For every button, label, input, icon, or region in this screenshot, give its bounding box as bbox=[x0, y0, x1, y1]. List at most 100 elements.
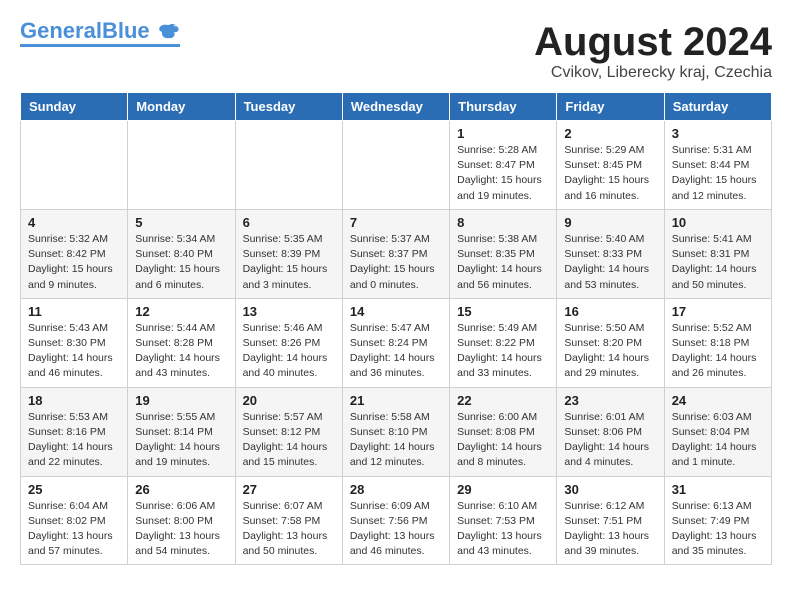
day-number: 20 bbox=[243, 393, 335, 408]
calendar-cell: 19Sunrise: 5:55 AM Sunset: 8:14 PM Dayli… bbox=[128, 387, 235, 476]
day-number: 9 bbox=[564, 215, 656, 230]
calendar-header: SundayMondayTuesdayWednesdayThursdayFrid… bbox=[21, 93, 772, 121]
day-number: 24 bbox=[672, 393, 764, 408]
week-row-1: 1 Sunrise: 5:28 AM Sunset: 8:47 PM Daylig… bbox=[21, 121, 772, 210]
day-number: 29 bbox=[457, 482, 549, 497]
calendar-cell: 14 Sunrise: 5:47 AM Sunset: 8:24 PM Dayli… bbox=[342, 298, 449, 387]
calendar-cell: 16Sunrise: 5:50 AM Sunset: 8:20 PM Dayli… bbox=[557, 298, 664, 387]
calendar-cell: 24 Sunrise: 6:03 AM Sunset: 8:04 PM Dayli… bbox=[664, 387, 771, 476]
calendar-cell: 8 Sunrise: 5:38 AM Sunset: 8:35 PM Daylig… bbox=[450, 209, 557, 298]
day-number: 8 bbox=[457, 215, 549, 230]
day-number: 5 bbox=[135, 215, 227, 230]
calendar-cell: 26 Sunrise: 6:06 AM Sunset: 8:00 PM Dayli… bbox=[128, 476, 235, 565]
calendar-cell: 20Sunrise: 5:57 AM Sunset: 8:12 PM Dayli… bbox=[235, 387, 342, 476]
location: Cvikov, Liberecky kraj, Czechia bbox=[534, 64, 772, 82]
calendar-cell: 29Sunrise: 6:10 AM Sunset: 7:53 PM Dayli… bbox=[450, 476, 557, 565]
calendar-cell: 9 Sunrise: 5:40 AM Sunset: 8:33 PM Daylig… bbox=[557, 209, 664, 298]
day-number: 28 bbox=[350, 482, 442, 497]
day-info: Sunrise: 5:53 AM Sunset: 8:16 PM Dayligh… bbox=[28, 410, 120, 471]
day-number: 4 bbox=[28, 215, 120, 230]
logo-general: General bbox=[20, 18, 102, 43]
day-info: Sunrise: 6:12 AM Sunset: 7:51 PM Dayligh… bbox=[564, 499, 656, 560]
day-info: Sunrise: 5:40 AM Sunset: 8:33 PM Dayligh… bbox=[564, 232, 656, 293]
header-row: SundayMondayTuesdayWednesdayThursdayFrid… bbox=[21, 93, 772, 121]
day-info: Sunrise: 5:37 AM Sunset: 8:37 PM Dayligh… bbox=[350, 232, 442, 293]
day-number: 7 bbox=[350, 215, 442, 230]
calendar-cell: 5Sunrise: 5:34 AM Sunset: 8:40 PM Daylig… bbox=[128, 209, 235, 298]
day-info: Sunrise: 5:47 AM Sunset: 8:24 PM Dayligh… bbox=[350, 321, 442, 382]
day-number: 12 bbox=[135, 304, 227, 319]
day-number: 17 bbox=[672, 304, 764, 319]
calendar-cell: 23Sunrise: 6:01 AM Sunset: 8:06 PM Dayli… bbox=[557, 387, 664, 476]
week-row-3: 11 Sunrise: 5:43 AM Sunset: 8:30 PM Dayli… bbox=[21, 298, 772, 387]
day-info: Sunrise: 5:58 AM Sunset: 8:10 PM Dayligh… bbox=[350, 410, 442, 471]
day-number: 30 bbox=[564, 482, 656, 497]
calendar-cell: 18 Sunrise: 5:53 AM Sunset: 8:16 PM Dayli… bbox=[21, 387, 128, 476]
calendar-cell bbox=[21, 121, 128, 210]
day-number: 23 bbox=[564, 393, 656, 408]
day-number: 15 bbox=[457, 304, 549, 319]
day-info: Sunrise: 6:09 AM Sunset: 7:56 PM Dayligh… bbox=[350, 499, 442, 560]
calendar-cell: 12 Sunrise: 5:44 AM Sunset: 8:28 PM Dayli… bbox=[128, 298, 235, 387]
calendar-cell: 31 Sunrise: 6:13 AM Sunset: 7:49 PM Dayli… bbox=[664, 476, 771, 565]
logo: GeneralBlue bbox=[20, 20, 180, 47]
month-title: August 2024 bbox=[534, 20, 772, 64]
day-header-sunday: Sunday bbox=[21, 93, 128, 121]
week-row-4: 18 Sunrise: 5:53 AM Sunset: 8:16 PM Dayli… bbox=[21, 387, 772, 476]
calendar-cell: 10Sunrise: 5:41 AM Sunset: 8:31 PM Dayli… bbox=[664, 209, 771, 298]
day-header-wednesday: Wednesday bbox=[342, 93, 449, 121]
calendar-cell: 28 Sunrise: 6:09 AM Sunset: 7:56 PM Dayli… bbox=[342, 476, 449, 565]
day-number: 18 bbox=[28, 393, 120, 408]
calendar-cell: 21Sunrise: 5:58 AM Sunset: 8:10 PM Dayli… bbox=[342, 387, 449, 476]
day-number: 14 bbox=[350, 304, 442, 319]
day-number: 26 bbox=[135, 482, 227, 497]
day-header-thursday: Thursday bbox=[450, 93, 557, 121]
day-info: Sunrise: 5:35 AM Sunset: 8:39 PM Dayligh… bbox=[243, 232, 335, 293]
day-info: Sunrise: 5:46 AM Sunset: 8:26 PM Dayligh… bbox=[243, 321, 335, 382]
logo-blue: Blue bbox=[102, 18, 150, 43]
day-info: Sunrise: 6:04 AM Sunset: 8:02 PM Dayligh… bbox=[28, 499, 120, 560]
day-header-tuesday: Tuesday bbox=[235, 93, 342, 121]
day-number: 13 bbox=[243, 304, 335, 319]
logo-underline bbox=[20, 44, 180, 47]
calendar-cell: 7 Sunrise: 5:37 AM Sunset: 8:37 PM Daylig… bbox=[342, 209, 449, 298]
calendar-cell: 15 Sunrise: 5:49 AM Sunset: 8:22 PM Dayli… bbox=[450, 298, 557, 387]
day-number: 31 bbox=[672, 482, 764, 497]
day-info: Sunrise: 6:06 AM Sunset: 8:00 PM Dayligh… bbox=[135, 499, 227, 560]
calendar-body: 1 Sunrise: 5:28 AM Sunset: 8:47 PM Daylig… bbox=[21, 121, 772, 565]
page-header: GeneralBlue August 2024 Cvikov, Libereck… bbox=[20, 20, 772, 82]
day-number: 25 bbox=[28, 482, 120, 497]
calendar-cell: 4 Sunrise: 5:32 AM Sunset: 8:42 PM Daylig… bbox=[21, 209, 128, 298]
day-info: Sunrise: 5:41 AM Sunset: 8:31 PM Dayligh… bbox=[672, 232, 764, 293]
calendar-cell: 3Sunrise: 5:31 AM Sunset: 8:44 PM Daylig… bbox=[664, 121, 771, 210]
logo-bird-icon bbox=[158, 23, 180, 41]
calendar-cell: 13 Sunrise: 5:46 AM Sunset: 8:26 PM Dayli… bbox=[235, 298, 342, 387]
day-info: Sunrise: 5:28 AM Sunset: 8:47 PM Dayligh… bbox=[457, 143, 549, 204]
logo-text: GeneralBlue bbox=[20, 20, 180, 42]
calendar-table: SundayMondayTuesdayWednesdayThursdayFrid… bbox=[20, 92, 772, 565]
day-info: Sunrise: 5:49 AM Sunset: 8:22 PM Dayligh… bbox=[457, 321, 549, 382]
calendar-cell: 27Sunrise: 6:07 AM Sunset: 7:58 PM Dayli… bbox=[235, 476, 342, 565]
day-info: Sunrise: 5:31 AM Sunset: 8:44 PM Dayligh… bbox=[672, 143, 764, 204]
calendar-cell: 22Sunrise: 6:00 AM Sunset: 8:08 PM Dayli… bbox=[450, 387, 557, 476]
day-number: 11 bbox=[28, 304, 120, 319]
day-info: Sunrise: 6:00 AM Sunset: 8:08 PM Dayligh… bbox=[457, 410, 549, 471]
day-info: Sunrise: 6:13 AM Sunset: 7:49 PM Dayligh… bbox=[672, 499, 764, 560]
day-info: Sunrise: 5:55 AM Sunset: 8:14 PM Dayligh… bbox=[135, 410, 227, 471]
day-number: 1 bbox=[457, 126, 549, 141]
day-header-monday: Monday bbox=[128, 93, 235, 121]
day-info: Sunrise: 5:44 AM Sunset: 8:28 PM Dayligh… bbox=[135, 321, 227, 382]
day-number: 16 bbox=[564, 304, 656, 319]
calendar-cell bbox=[128, 121, 235, 210]
day-info: Sunrise: 5:32 AM Sunset: 8:42 PM Dayligh… bbox=[28, 232, 120, 293]
day-info: Sunrise: 6:03 AM Sunset: 8:04 PM Dayligh… bbox=[672, 410, 764, 471]
day-info: Sunrise: 5:38 AM Sunset: 8:35 PM Dayligh… bbox=[457, 232, 549, 293]
day-header-saturday: Saturday bbox=[664, 93, 771, 121]
day-info: Sunrise: 5:43 AM Sunset: 8:30 PM Dayligh… bbox=[28, 321, 120, 382]
week-row-2: 4 Sunrise: 5:32 AM Sunset: 8:42 PM Daylig… bbox=[21, 209, 772, 298]
calendar-cell: 11 Sunrise: 5:43 AM Sunset: 8:30 PM Dayli… bbox=[21, 298, 128, 387]
day-info: Sunrise: 6:07 AM Sunset: 7:58 PM Dayligh… bbox=[243, 499, 335, 560]
calendar-cell: 25 Sunrise: 6:04 AM Sunset: 8:02 PM Dayli… bbox=[21, 476, 128, 565]
calendar-cell bbox=[235, 121, 342, 210]
day-info: Sunrise: 5:52 AM Sunset: 8:18 PM Dayligh… bbox=[672, 321, 764, 382]
